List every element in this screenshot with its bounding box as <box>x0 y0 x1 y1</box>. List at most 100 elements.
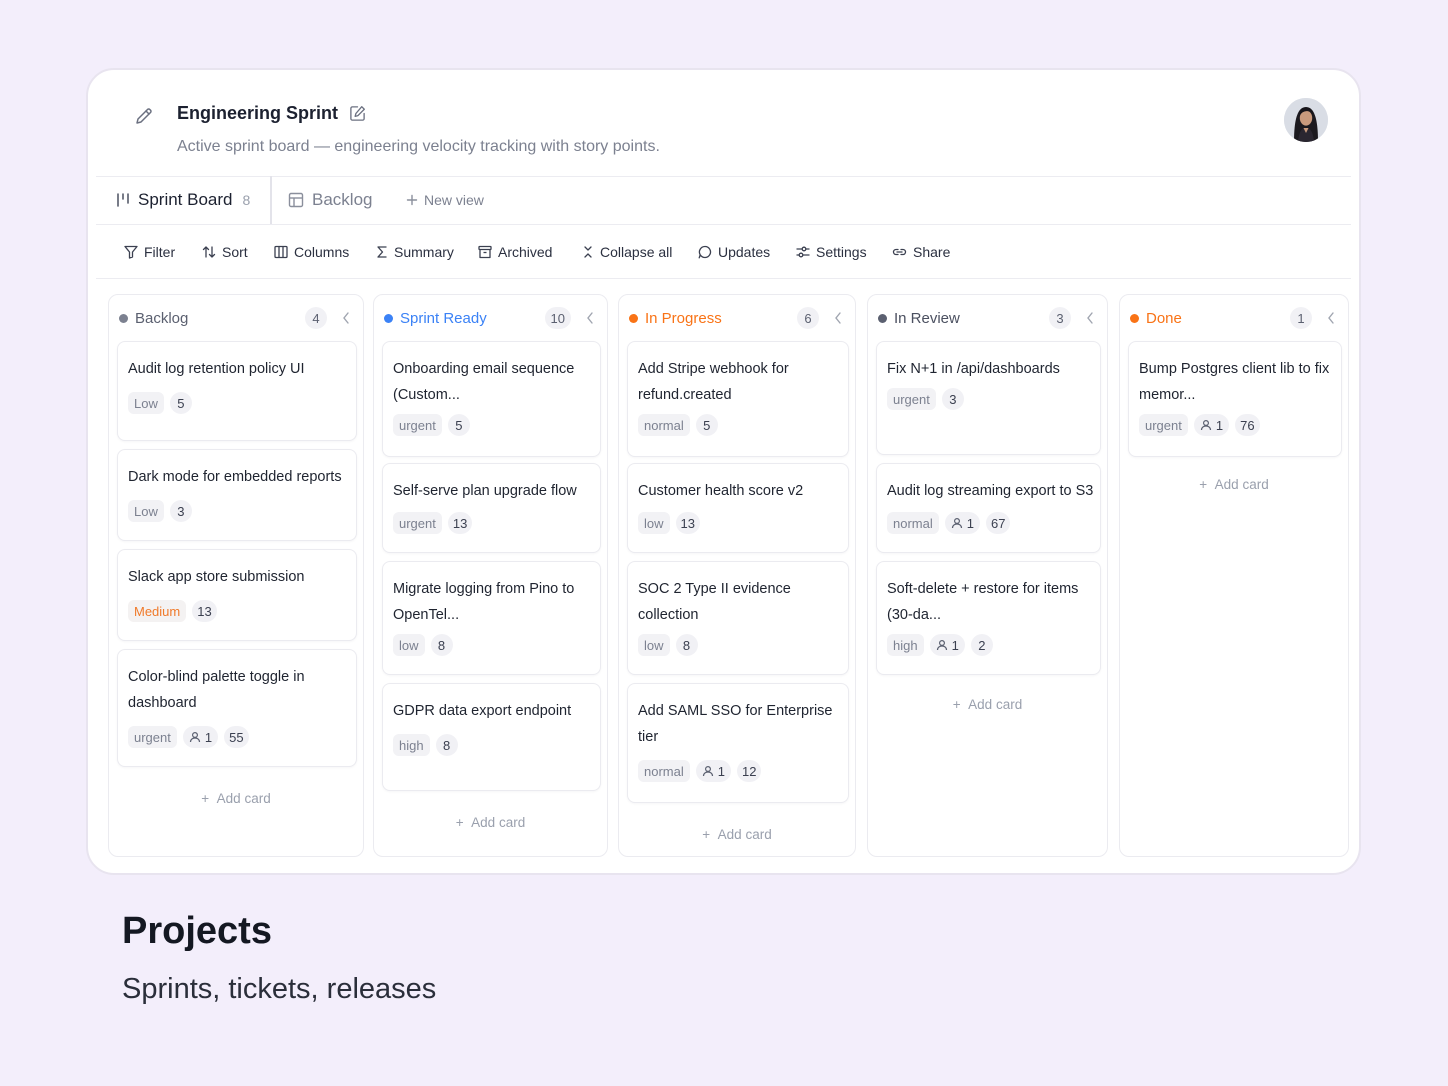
pencil-icon[interactable] <box>134 106 154 126</box>
card-title: Audit log streaming export to S3 <box>887 483 1094 499</box>
card-title: Soft-delete + restore for items (30-da..… <box>887 581 1079 623</box>
archived-button[interactable]: Archived <box>478 226 552 278</box>
card-meta: urgent 1 76 <box>1139 414 1260 436</box>
tab-label: New view <box>424 192 484 208</box>
add-card-label: Add card <box>717 827 772 842</box>
task-card[interactable]: Color-blind palette toggle in dashboard … <box>117 649 357 767</box>
add-card-button[interactable]: + Add card <box>868 697 1107 712</box>
card-title: Dark mode for embedded reports <box>128 469 342 485</box>
chevron-left-icon[interactable] <box>833 311 843 325</box>
card-title: Add SAML SSO for Enterprise tier <box>638 703 833 745</box>
task-card[interactable]: SOC 2 Type II evidence collection low 8 <box>627 561 849 675</box>
archive-icon <box>478 245 492 259</box>
priority-badge: normal <box>887 512 939 534</box>
task-card[interactable]: Migrate logging from Pino to OpenTel... … <box>382 561 601 675</box>
chevron-left-icon[interactable] <box>585 311 595 325</box>
card-title: Customer health score v2 <box>638 483 804 499</box>
link-icon <box>892 248 907 256</box>
task-card[interactable]: Self-serve plan upgrade flow urgent 13 <box>382 463 601 553</box>
card-title: Onboarding email sequence (Custom... <box>393 361 575 403</box>
task-card[interactable]: Add SAML SSO for Enterprise tier normal … <box>627 683 849 803</box>
settings-button[interactable]: Settings <box>796 226 867 278</box>
assignee-count: 1 <box>182 726 219 748</box>
add-card-button[interactable]: + Add card <box>374 815 607 830</box>
priority-badge: high <box>393 734 430 756</box>
story-points-badge: 13 <box>447 512 473 534</box>
priority-badge: urgent <box>128 726 177 748</box>
sigma-icon <box>377 246 387 258</box>
add-card-button[interactable]: + Add card <box>109 791 363 806</box>
columns-button[interactable]: Columns <box>274 226 349 278</box>
story-points-badge: 76 <box>1235 414 1260 436</box>
new-view-button[interactable]: New view <box>406 176 484 224</box>
task-card[interactable]: GDPR data export endpoint high 8 <box>382 683 601 791</box>
card-meta: high 1 2 <box>887 634 993 656</box>
chevron-left-icon[interactable] <box>1326 311 1336 325</box>
add-card-label: Add card <box>471 815 526 830</box>
user-icon <box>189 731 200 743</box>
share-button[interactable]: Share <box>892 226 950 278</box>
card-title: Add Stripe webhook for refund.created <box>638 361 789 403</box>
card-meta: low 8 <box>638 634 698 656</box>
chevron-left-icon[interactable] <box>1085 311 1095 325</box>
card-meta: normal 1 12 <box>638 760 762 782</box>
task-card[interactable]: Slack app store submission Medium 13 <box>117 549 357 641</box>
sort-button[interactable]: Sort <box>202 226 248 278</box>
card-title: Self-serve plan upgrade flow <box>393 483 577 499</box>
share-label: Share <box>913 244 951 260</box>
chevron-left-icon[interactable] <box>341 311 351 325</box>
story-points-badge: 13 <box>192 600 217 622</box>
tab-sprint-board[interactable]: Sprint Board 8 <box>116 176 250 224</box>
add-card-button[interactable]: + Add card <box>1120 477 1348 492</box>
status-dot <box>878 313 887 323</box>
tab-label: Sprint Board <box>138 190 233 209</box>
card-meta: normal 1 67 <box>887 512 1011 534</box>
column-in-progress: In Progress 6 Add Stripe webhook for ref… <box>618 294 856 857</box>
updates-label: Updates <box>718 244 771 260</box>
card-title: Audit log retention policy UI <box>128 361 305 377</box>
priority-badge: low <box>638 512 670 534</box>
story-points-badge: 8 <box>435 734 458 756</box>
story-points-badge: 3 <box>941 388 964 410</box>
task-card[interactable]: Soft-delete + restore for items (30-da..… <box>876 561 1101 675</box>
plus-icon: + <box>201 791 210 806</box>
story-points-badge: 5 <box>169 392 192 414</box>
add-card-button[interactable]: + Add card <box>619 827 855 842</box>
priority-badge: Low <box>128 392 164 414</box>
story-points-badge: 55 <box>224 726 249 748</box>
task-card[interactable]: Audit log retention policy UI Low 5 <box>117 341 357 441</box>
toolbar-divider <box>96 278 1351 279</box>
avatar[interactable] <box>1284 98 1328 142</box>
edit-title-icon[interactable] <box>349 105 366 122</box>
card-meta: Medium 13 <box>128 600 217 622</box>
avatar-portrait-icon <box>1284 98 1328 142</box>
assignee-number: 1 <box>951 637 959 653</box>
collapse-all-button[interactable]: Collapse all <box>582 226 672 278</box>
summary-label: Summary <box>394 244 454 260</box>
column-done: Done 1 Bump Postgres client lib to fix m… <box>1119 294 1349 857</box>
updates-button[interactable]: Updates <box>698 226 770 278</box>
summary-button[interactable]: Summary <box>376 226 454 278</box>
task-card[interactable]: Add Stripe webhook for refund.created no… <box>627 341 849 457</box>
task-card[interactable]: Bump Postgres client lib to fix memor...… <box>1128 341 1342 457</box>
task-card[interactable]: Dark mode for embedded reports Low 3 <box>117 449 357 541</box>
task-card[interactable]: Fix N+1 in /api/dashboards urgent 3 <box>876 341 1101 455</box>
user-icon <box>1200 419 1211 431</box>
task-card[interactable]: Audit log streaming export to S3 normal … <box>876 463 1101 553</box>
task-card[interactable]: Onboarding email sequence (Custom... urg… <box>382 341 601 457</box>
filter-icon <box>124 245 138 259</box>
story-points-badge: 5 <box>695 414 718 436</box>
filter-button[interactable]: Filter <box>124 226 175 278</box>
chat-bubble-icon <box>698 245 712 259</box>
column-header: In Progress 6 <box>629 307 845 329</box>
status-dot <box>119 313 128 323</box>
task-card[interactable]: Customer health score v2 low 13 <box>627 463 849 553</box>
plus-icon: + <box>1199 477 1208 492</box>
story-points-badge: 13 <box>675 512 700 534</box>
tab-count: 8 <box>242 192 251 208</box>
column-title: Sprint Ready <box>400 309 487 327</box>
board-toolbar: Filter Sort Columns Summary Archived Col… <box>96 226 1351 278</box>
assignee-count: 1 <box>944 512 980 534</box>
view-tabs: Sprint Board 8 Backlog New view <box>96 176 1351 224</box>
tab-backlog[interactable]: Backlog <box>288 176 372 224</box>
